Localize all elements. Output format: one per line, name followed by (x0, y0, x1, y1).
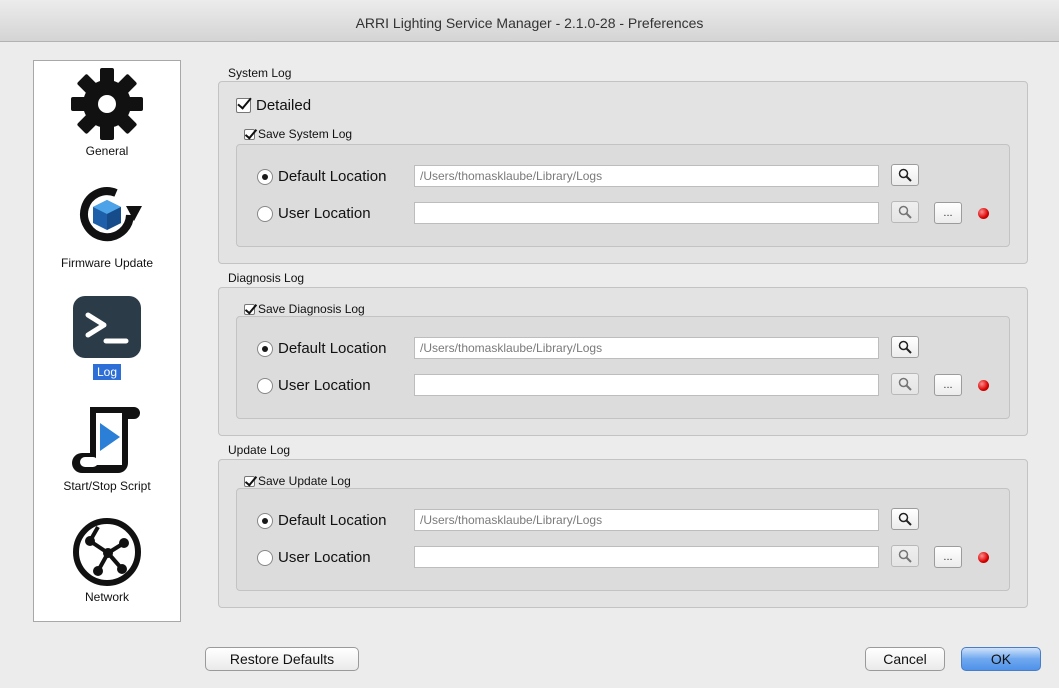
diagnosis-user-location-radio[interactable]: User Location (257, 377, 371, 394)
network-icon (73, 518, 141, 586)
update-default-location-radio[interactable]: Default Location (257, 512, 386, 529)
save-update-log-checkbox[interactable]: Save Update Log (244, 474, 351, 488)
firmware-update-icon (80, 187, 142, 242)
checkbox-box[interactable] (244, 128, 255, 140)
sidebar-item-general[interactable]: General (34, 61, 180, 171)
diagnosis-log-location-panel: Default Location User Location ... (236, 316, 1010, 419)
update-default-location-field[interactable] (414, 509, 879, 531)
system-log-title: System Log (228, 66, 292, 80)
system-log-group: Detailed Save System Log Default Locatio… (218, 81, 1028, 264)
sidebar-item-label: Firmware Update (60, 256, 154, 270)
update-browse-button[interactable]: ... (934, 546, 962, 568)
sidebar-item-label: General (85, 144, 129, 158)
system-user-location-field[interactable] (414, 202, 879, 224)
sidebar-item-log[interactable]: Log (34, 285, 180, 395)
save-diagnosis-log-label: Save Diagnosis Log (258, 302, 365, 316)
diagnosis-status-led (978, 380, 989, 391)
system-browse-button[interactable]: ... (934, 202, 962, 224)
save-system-log-checkbox[interactable]: Save System Log (244, 127, 352, 141)
diagnosis-browse-button[interactable]: ... (934, 374, 962, 396)
checkbox-box[interactable] (244, 303, 255, 315)
radio-button[interactable] (257, 377, 273, 394)
radio-label: User Location (278, 205, 371, 222)
system-status-led (978, 208, 989, 219)
detailed-checkbox[interactable]: Detailed (236, 97, 311, 114)
diagnosis-log-group: Save Diagnosis Log Default Location User… (218, 287, 1028, 436)
script-play-icon (72, 407, 140, 473)
sidebar-item-label: Log (34, 364, 180, 380)
ok-button[interactable]: OK (961, 647, 1041, 671)
update-log-title: Update Log (228, 443, 291, 457)
update-user-search-button[interactable] (891, 545, 919, 567)
preferences-window: ARRI Lighting Service Manager - 2.1.0-28… (0, 0, 1059, 688)
gear-icon (71, 68, 143, 140)
checkbox-box[interactable] (236, 98, 251, 113)
system-default-location-field[interactable] (414, 165, 879, 187)
diagnosis-user-location-field[interactable] (414, 374, 879, 396)
update-status-led (978, 552, 989, 563)
radio-label: User Location (278, 549, 371, 566)
system-user-location-radio[interactable]: User Location (257, 205, 371, 222)
restore-defaults-button[interactable]: Restore Defaults (205, 647, 359, 671)
sidebar-item-start-stop-script[interactable]: Start/Stop Script (34, 397, 180, 507)
update-default-search-button[interactable] (891, 508, 919, 530)
system-user-search-button[interactable] (891, 201, 919, 223)
window-title: ARRI Lighting Service Manager - 2.1.0-28… (355, 15, 704, 31)
sidebar-item-network[interactable]: Network (34, 509, 180, 621)
sidebar-item-label: Network (84, 590, 129, 604)
preferences-sidebar: General Firmware Update Log Start/Stop S… (33, 60, 181, 622)
magnifier-icon (898, 168, 912, 182)
radio-button[interactable] (257, 549, 273, 566)
magnifier-icon (898, 512, 912, 526)
terminal-icon (73, 296, 141, 358)
title-bar[interactable]: ARRI Lighting Service Manager - 2.1.0-28… (0, 0, 1059, 42)
system-default-search-button[interactable] (891, 164, 919, 186)
update-log-group: Save Update Log Default Location User Lo… (218, 459, 1028, 608)
diagnosis-user-search-button[interactable] (891, 373, 919, 395)
sidebar-item-firmware-update[interactable]: Firmware Update (34, 173, 180, 283)
magnifier-icon (898, 377, 912, 391)
magnifier-icon (898, 205, 912, 219)
detailed-label: Detailed (256, 97, 312, 114)
diagnosis-default-location-radio[interactable]: Default Location (257, 340, 386, 357)
radio-button[interactable] (257, 168, 273, 185)
magnifier-icon (898, 340, 912, 354)
radio-button[interactable] (257, 340, 273, 357)
update-log-location-panel: Default Location User Location ... (236, 488, 1010, 591)
save-diagnosis-log-checkbox[interactable]: Save Diagnosis Log (244, 302, 365, 316)
update-user-location-field[interactable] (414, 546, 879, 568)
radio-button[interactable] (257, 205, 273, 222)
update-user-location-radio[interactable]: User Location (257, 549, 371, 566)
diagnosis-default-search-button[interactable] (891, 336, 919, 358)
radio-label: User Location (278, 377, 371, 394)
cancel-button[interactable]: Cancel (865, 647, 945, 671)
save-update-log-label: Save Update Log (258, 474, 351, 488)
system-default-location-radio[interactable]: Default Location (257, 168, 386, 185)
sidebar-item-label: Start/Stop Script (63, 479, 151, 493)
radio-label: Default Location (278, 512, 387, 529)
diagnosis-log-title: Diagnosis Log (228, 271, 305, 285)
checkbox-box[interactable] (244, 475, 255, 487)
save-system-log-label: Save System Log (258, 127, 353, 141)
diagnosis-default-location-field[interactable] (414, 337, 879, 359)
radio-label: Default Location (278, 340, 387, 357)
magnifier-icon (898, 549, 912, 563)
radio-button[interactable] (257, 512, 273, 529)
system-log-location-panel: Default Location User Location ... (236, 144, 1010, 247)
radio-label: Default Location (278, 168, 387, 185)
